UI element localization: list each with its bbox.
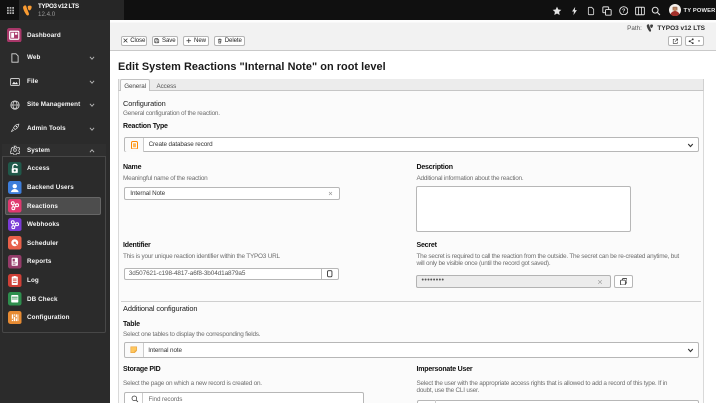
svg-text:?: ? bbox=[622, 8, 626, 14]
